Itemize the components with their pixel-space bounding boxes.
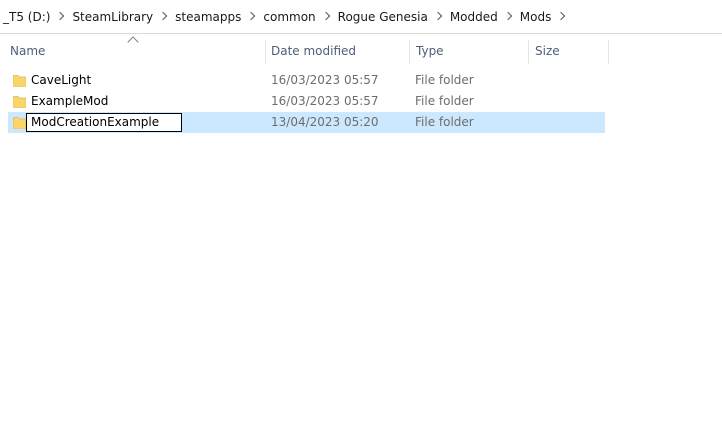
file-date-modified: 16/03/2023 05:57 — [271, 94, 379, 108]
column-header-name[interactable]: Name — [10, 34, 260, 64]
breadcrumb-label: Rogue Genesia — [337, 9, 428, 24]
column-divider[interactable] — [265, 40, 266, 64]
column-headers: Name Date modified Type Size — [0, 34, 722, 64]
chevron-right-icon[interactable] — [501, 0, 517, 33]
file-type: File folder — [415, 73, 474, 87]
list-item[interactable]: CaveLight 16/03/2023 05:57 File folder — [8, 70, 605, 91]
chevron-right-icon[interactable] — [244, 0, 260, 33]
file-type: File folder — [415, 94, 474, 108]
breadcrumb-item-drive[interactable]: _T5 (D:) — [0, 0, 53, 33]
breadcrumb-item-steamapps[interactable]: steamapps — [172, 0, 244, 33]
breadcrumb-label: _T5 (D:) — [3, 9, 51, 24]
breadcrumb-item-modded[interactable]: Modded — [447, 0, 501, 33]
list-item[interactable]: ExampleMod 16/03/2023 05:57 File folder — [8, 91, 605, 112]
breadcrumb-label: SteamLibrary — [72, 9, 154, 24]
breadcrumb-item-mods[interactable]: Mods — [517, 0, 555, 33]
breadcrumb-label: common — [263, 9, 316, 24]
chevron-right-icon[interactable] — [554, 0, 570, 33]
folder-icon — [13, 96, 26, 108]
breadcrumb-label: Mods — [519, 9, 552, 24]
breadcrumb: _T5 (D:) SteamLibrary steamapps common R… — [0, 0, 722, 34]
file-date-modified: 16/03/2023 05:57 — [271, 73, 379, 87]
breadcrumb-label: Modded — [449, 9, 498, 24]
folder-icon — [13, 117, 26, 129]
chevron-right-icon[interactable] — [319, 0, 335, 33]
chevron-right-icon[interactable] — [431, 0, 447, 33]
breadcrumb-label: steamapps — [175, 9, 242, 24]
list-item-selected[interactable]: 13/04/2023 05:20 File folder — [8, 112, 605, 133]
file-explorer-window: _T5 (D:) SteamLibrary steamapps common R… — [0, 0, 722, 445]
file-name: CaveLight — [31, 73, 92, 87]
chevron-right-icon[interactable] — [53, 0, 69, 33]
column-divider[interactable] — [608, 40, 609, 64]
column-header-date-modified[interactable]: Date modified — [271, 34, 406, 64]
file-type: File folder — [415, 115, 474, 129]
column-header-type[interactable]: Type — [416, 34, 526, 64]
file-date-modified: 13/04/2023 05:20 — [271, 115, 379, 129]
column-divider[interactable] — [528, 40, 529, 64]
breadcrumb-item-common[interactable]: common — [260, 0, 318, 33]
folder-icon — [13, 75, 26, 87]
file-name: ExampleMod — [31, 94, 109, 108]
rename-input[interactable] — [26, 113, 182, 132]
chevron-right-icon[interactable] — [156, 0, 172, 33]
column-divider[interactable] — [409, 40, 410, 64]
breadcrumb-item-steamlibrary[interactable]: SteamLibrary — [69, 0, 156, 33]
column-header-size[interactable]: Size — [535, 34, 605, 64]
breadcrumb-item-rogue-genesia[interactable]: Rogue Genesia — [335, 0, 431, 33]
